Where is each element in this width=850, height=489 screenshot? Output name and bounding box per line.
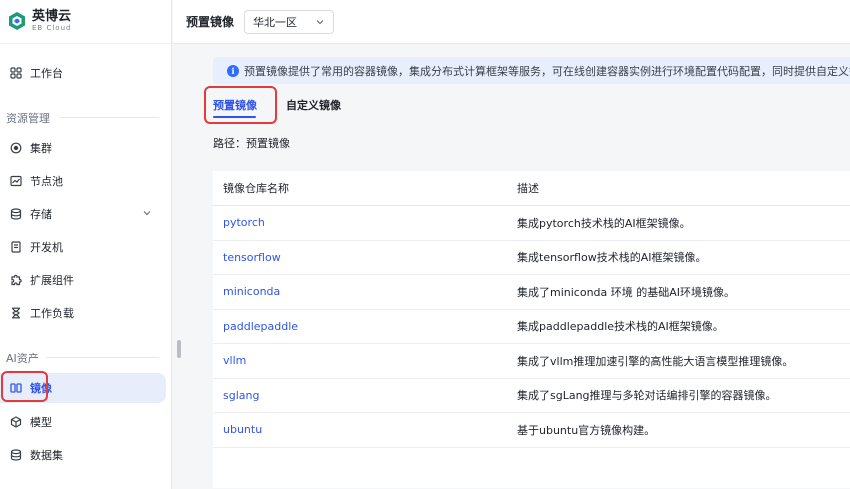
image-table: 镜像仓库名称 描述 pytorch 集成pytorch技术栈的AI框架镜像。 t…: [213, 171, 850, 488]
database-icon: [10, 208, 22, 220]
table-row: pytorch 集成pytorch技术栈的AI框架镜像。: [213, 206, 850, 241]
table-header: 镜像仓库名称 描述: [213, 171, 850, 206]
table-row: miniconda 集成了miniconda 环境 的基础AI环境镜像。: [213, 275, 850, 310]
brand-sub: EB Cloud: [32, 24, 72, 32]
image-name-link[interactable]: ubuntu: [223, 423, 262, 436]
puzzle-icon: [10, 274, 22, 286]
sidebar-item-label: 开发机: [30, 241, 63, 254]
sidebar-item-workbench[interactable]: 工作台: [0, 58, 166, 88]
sidebar-item-label: 扩展组件: [30, 274, 74, 287]
table-row: tensorflow 集成tensorflow技术栈的AI框架镜像。: [213, 241, 850, 275]
breadcrumb-label: 路径：: [213, 137, 246, 150]
highlight-box: [204, 86, 277, 124]
dataset-icon: [10, 449, 22, 461]
sidebar-item-label: 模型: [30, 416, 52, 429]
image-name-link[interactable]: vllm: [223, 354, 246, 367]
cluster-icon: [10, 142, 22, 154]
breadcrumb: 路径：预置镜像: [213, 135, 290, 151]
image-desc: 集成tensorflow技术栈的AI框架镜像。: [517, 251, 707, 265]
chevron-down-icon: [142, 208, 152, 221]
image-name-link[interactable]: paddlepaddle: [223, 320, 298, 333]
table-footer-space: [213, 447, 850, 488]
chevron-down-icon: [315, 17, 325, 30]
brand-logo[interactable]: 英博云 EB Cloud: [8, 8, 71, 34]
brand-name: 英博云: [32, 9, 72, 24]
image-desc: 基于ubuntu官方镜像构建。: [517, 423, 656, 437]
section-divider: [46, 357, 159, 358]
image-name-link[interactable]: tensorflow: [223, 251, 281, 264]
image-desc: 集成pytorch技术栈的AI框架镜像。: [517, 216, 691, 230]
hourglass-icon: [10, 307, 22, 319]
table-row: paddlepaddle 集成paddlepaddle技术栈的AI框架镜像。: [213, 310, 850, 344]
image-desc: 集成了sgLang推理与多轮对话编排引擎的容器镜像。: [517, 389, 777, 403]
topbar: 预置镜像 华北一区: [173, 0, 850, 44]
image-desc: 集成了vllm推理加速引擎的高性能大语言模型推理镜像。: [517, 354, 794, 368]
image-name-link[interactable]: miniconda: [223, 285, 280, 298]
info-icon: i: [227, 64, 239, 77]
sidebar-item-nodepool[interactable]: 节点池: [0, 166, 166, 196]
image-name-link[interactable]: pytorch: [223, 216, 265, 229]
sidebar-item-label: 数据集: [30, 449, 63, 462]
info-notice: i 预置镜像提供了常用的容器镜像，集成分布式计算框架等服务，可在线创建容器实例进…: [213, 57, 850, 84]
region-value: 华北一区: [253, 15, 298, 29]
divider: [0, 43, 171, 44]
grid-icon: [10, 67, 22, 79]
sidebar-item-label: 节点池: [30, 175, 63, 188]
sidebar-collapse-handle[interactable]: [177, 340, 181, 358]
table-row: sglang 集成了sgLang推理与多轮对话编排引擎的容器镜像。: [213, 379, 850, 413]
sidebar-item-models[interactable]: 模型: [0, 407, 166, 437]
sidebar-item-extensions[interactable]: 扩展组件: [0, 265, 166, 295]
image-desc: 集成了miniconda 环境 的基础AI环境镜像。: [517, 285, 736, 299]
column-header-name: 镜像仓库名称: [223, 182, 289, 195]
image-desc: 集成paddlepaddle技术栈的AI框架镜像。: [517, 320, 724, 334]
cube-icon: [10, 416, 22, 428]
sidebar: 英博云 EB Cloud 工作台 资源管理 集群 节点池 存储 开发机 扩展组件…: [0, 0, 172, 489]
table-row: ubuntu 基于ubuntu官方镜像构建。: [213, 413, 850, 448]
section-label-ai-assets: AI资产: [6, 352, 39, 365]
section-label-resources: 资源管理: [6, 112, 50, 125]
region-select[interactable]: 华北一区: [244, 9, 335, 34]
highlight-box: [1, 371, 48, 402]
notice-text: 预置镜像提供了常用的容器镜像，集成分布式计算框架等服务，可在线创建容器实例进行环…: [244, 64, 850, 78]
page-title: 预置镜像: [186, 15, 235, 29]
sidebar-item-workload[interactable]: 工作负载: [0, 298, 166, 328]
sidebar-item-devmachine[interactable]: 开发机: [0, 232, 166, 262]
tab-custom-images[interactable]: 自定义镜像: [286, 97, 341, 113]
image-name-link[interactable]: sglang: [223, 389, 259, 402]
breadcrumb-value: 预置镜像: [246, 137, 290, 150]
sidebar-item-cluster[interactable]: 集群: [0, 133, 166, 163]
sidebar-item-label: 工作负载: [30, 307, 74, 320]
logo-icon: [8, 11, 26, 31]
sidebar-item-label: 工作台: [30, 67, 63, 80]
sidebar-item-label: 集群: [30, 142, 52, 155]
column-header-desc: 描述: [517, 182, 539, 195]
section-divider: [60, 117, 159, 118]
sidebar-item-storage[interactable]: 存储: [0, 199, 166, 229]
sidebar-item-label: 存储: [30, 208, 52, 221]
notebook-icon: [10, 241, 22, 253]
chart-icon: [10, 175, 22, 187]
table-row: vllm 集成了vllm推理加速引擎的高性能大语言模型推理镜像。: [213, 344, 850, 379]
sidebar-item-datasets[interactable]: 数据集: [0, 440, 166, 470]
